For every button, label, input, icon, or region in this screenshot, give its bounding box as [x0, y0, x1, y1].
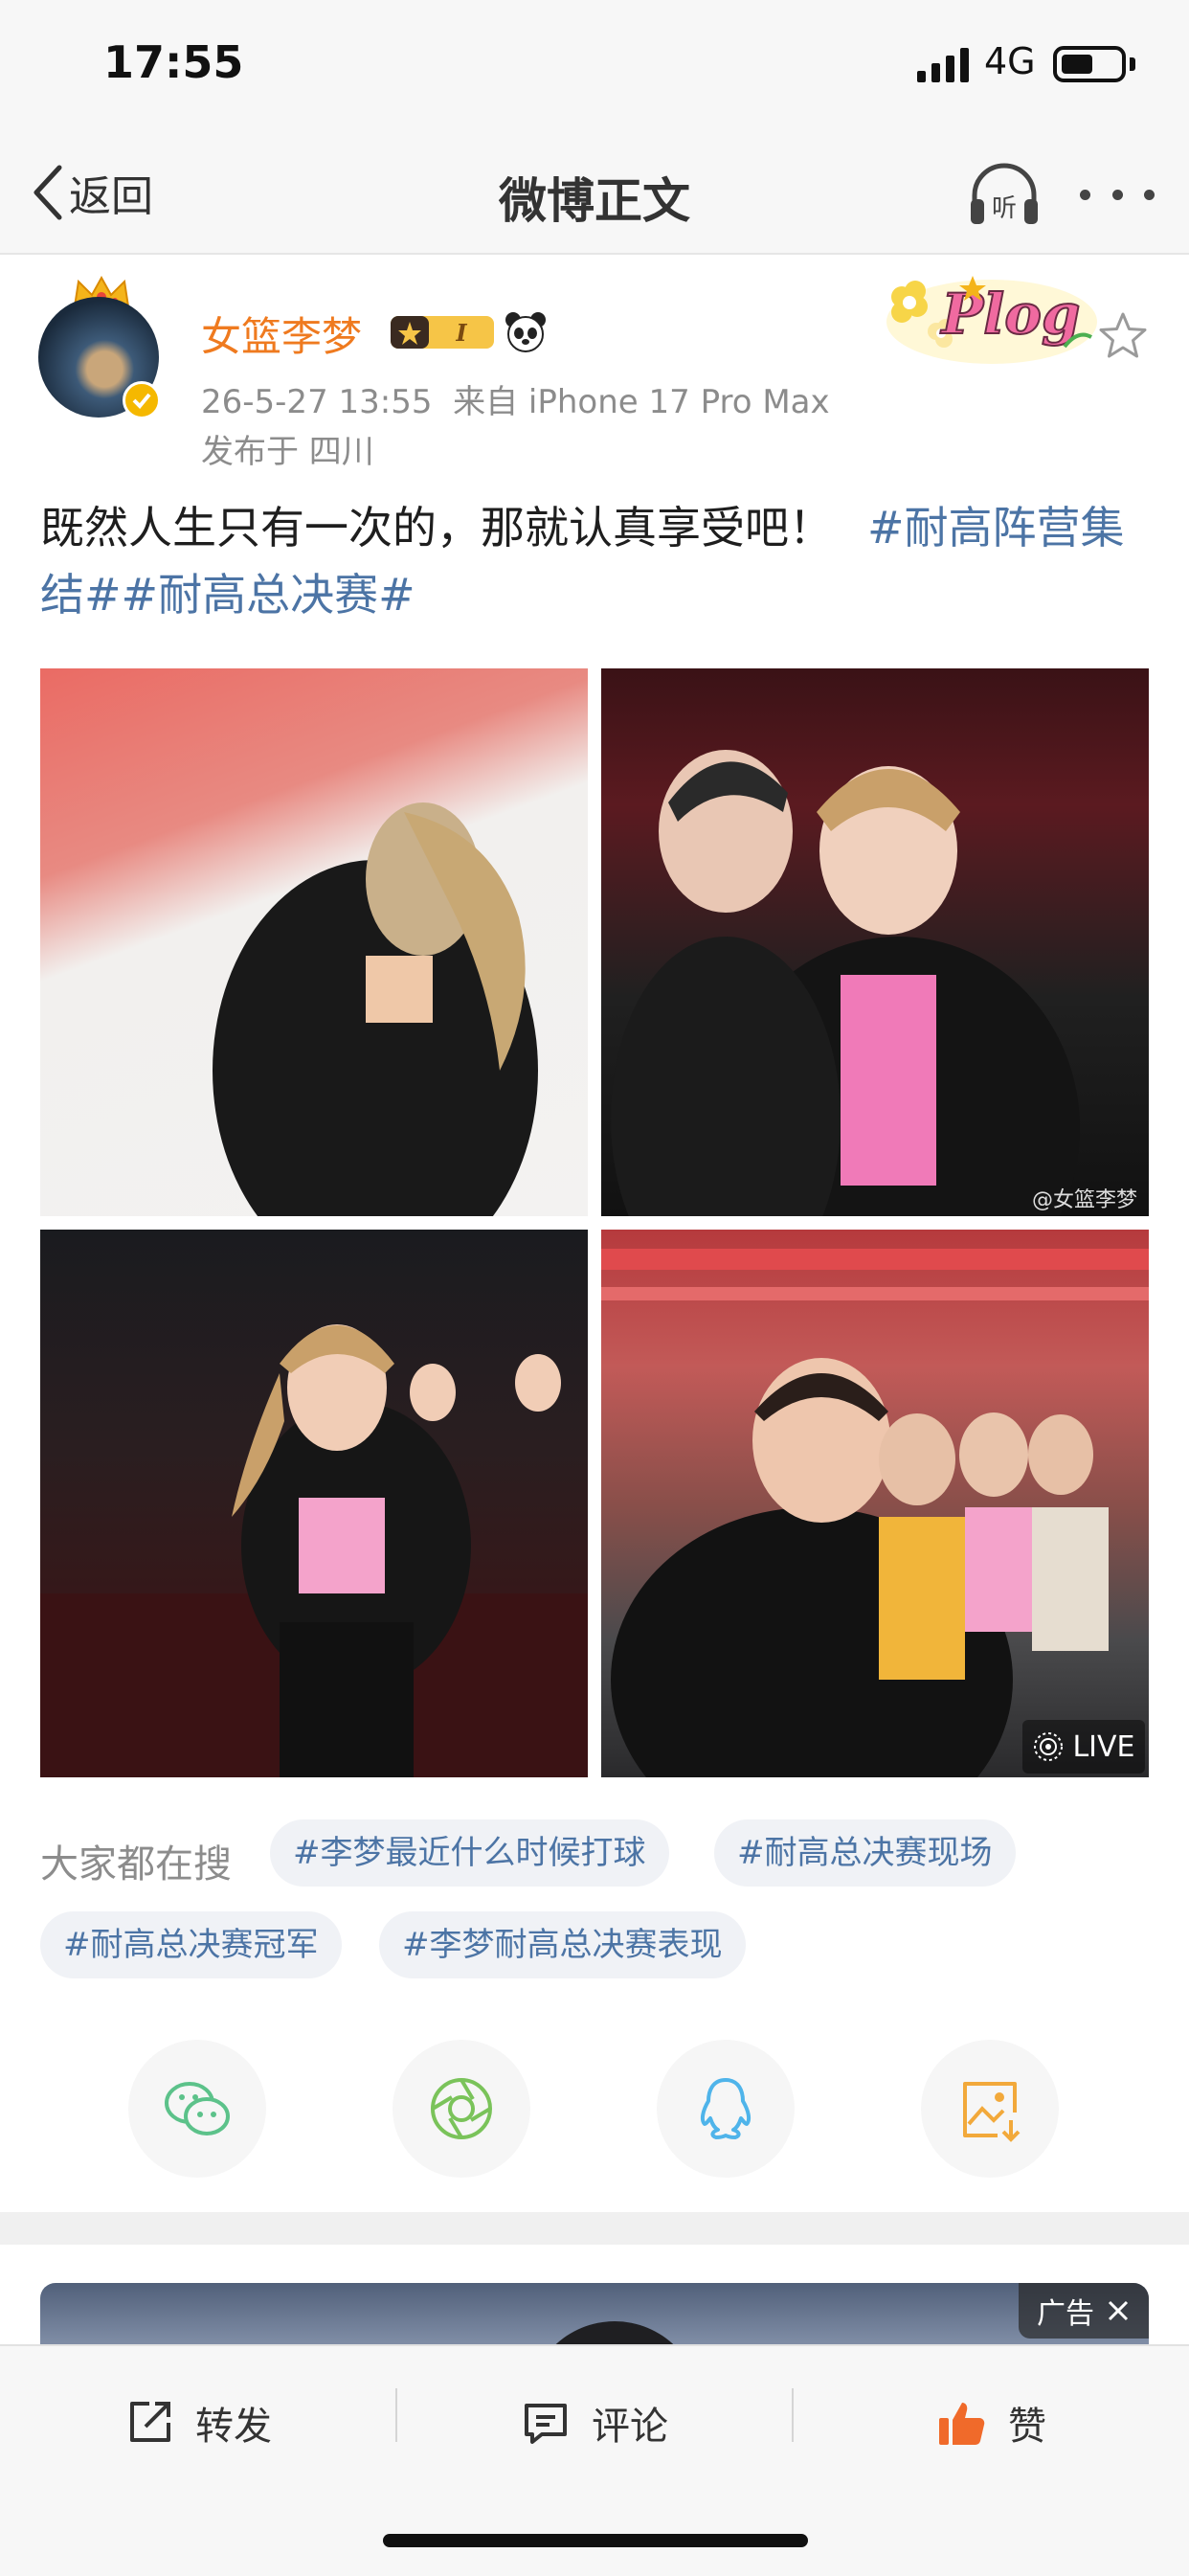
signal-icon [917, 48, 969, 82]
qq-icon [700, 2078, 752, 2139]
post-source: 来自 iPhone 17 Pro Max [453, 383, 830, 421]
battery-level [1062, 55, 1092, 74]
battery-icon [1053, 46, 1126, 82]
live-photo-badge[interactable]: LIVE [1022, 1720, 1145, 1774]
vip-level: I [455, 319, 467, 347]
wechat-icon [165, 2082, 230, 2135]
search-tag[interactable]: #李梦最近什么时候打球 [270, 1819, 669, 1887]
section-divider [0, 2212, 1189, 2245]
post-photo-1[interactable] [40, 668, 588, 1216]
avatar-block[interactable] [38, 274, 163, 419]
author-name[interactable]: 女篮李梦 [201, 305, 362, 363]
photo-1-image [213, 802, 538, 1216]
more-button[interactable] [1080, 184, 1155, 205]
home-indicator [383, 2534, 808, 2547]
live-photo-icon [1034, 1732, 1064, 1761]
more-dot [1111, 189, 1123, 200]
repost-icon [130, 2402, 170, 2442]
post-location: 发布于 四川 [201, 433, 374, 471]
verified-badge-icon [123, 381, 161, 419]
comment-label: 评论 [592, 2405, 668, 2449]
post-photo-4[interactable] [601, 1230, 1149, 1777]
close-icon[interactable] [1106, 2298, 1131, 2323]
trending-search-label: 大家都在搜 [40, 1842, 232, 1887]
share-qq-button[interactable] [657, 2040, 795, 2178]
plog-label: Plog [940, 282, 1081, 347]
post-photo-2[interactable]: @女篮李梦 [601, 668, 1149, 1216]
network-type: 4G [984, 40, 1036, 82]
like-label: 赞 [1008, 2405, 1046, 2449]
save-image-icon [963, 2082, 1021, 2142]
panda-icon [505, 312, 546, 352]
thumbs-up-icon [939, 2403, 985, 2445]
repost-label: 转发 [195, 2405, 272, 2449]
post-photo-3[interactable] [40, 1230, 588, 1777]
favorite-star-icon[interactable] [1097, 310, 1149, 362]
listen-label: 听 [992, 194, 1017, 223]
search-tag[interactable]: #耐高总决赛现场 [714, 1819, 1016, 1887]
battery-cap [1130, 57, 1135, 71]
like-button[interactable]: 赞 [793, 2384, 1189, 2461]
post-timestamp: 26-5-27 13:55 [201, 383, 433, 421]
ad-badge[interactable]: 广告 [1019, 2283, 1149, 2339]
post-meta: 26-5-27 13:55 来自 iPhone 17 Pro Max [201, 375, 830, 422]
photo-2-image: @女篮李梦 [611, 750, 1137, 1216]
comment-icon [525, 2404, 567, 2444]
more-dot [1080, 189, 1090, 200]
comment-button[interactable]: 评论 [396, 2384, 793, 2461]
repost-button[interactable]: 转发 [0, 2384, 396, 2461]
status-bar: 17:55 4G [0, 0, 1189, 134]
search-tag[interactable]: #李梦耐高总决赛表现 [379, 1911, 746, 1978]
live-label: LIVE [1072, 1729, 1135, 1764]
photo-3-image [40, 1324, 588, 1777]
headphones-icon: 听 [971, 163, 1038, 224]
share-moments-button[interactable] [393, 2040, 530, 2178]
search-tag[interactable]: #耐高总决赛冠军 [40, 1911, 342, 1978]
plog-sticker[interactable]: Plog [877, 262, 1099, 370]
moments-icon [431, 2078, 492, 2139]
save-image-button[interactable] [921, 2040, 1059, 2178]
status-time: 17:55 [103, 36, 244, 88]
listen-button[interactable]: 听 [967, 161, 1042, 228]
nav-bar: 返回 微博正文 听 [0, 134, 1189, 255]
share-wechat-button[interactable] [128, 2040, 266, 2178]
photo-watermark: @女篮李梦 [1032, 1188, 1137, 1212]
ad-label: 广告 [1037, 2297, 1094, 2331]
photo-4-image [601, 1249, 1149, 1777]
more-dot [1144, 189, 1155, 200]
post-body: 既然人生只有一次的，那就认真享受吧！ [40, 502, 833, 554]
vip-badge-icon[interactable]: I [389, 312, 498, 352]
post-text: 既然人生只有一次的，那就认真享受吧！ #耐高阵营集结##耐高总决赛# [40, 494, 1151, 628]
